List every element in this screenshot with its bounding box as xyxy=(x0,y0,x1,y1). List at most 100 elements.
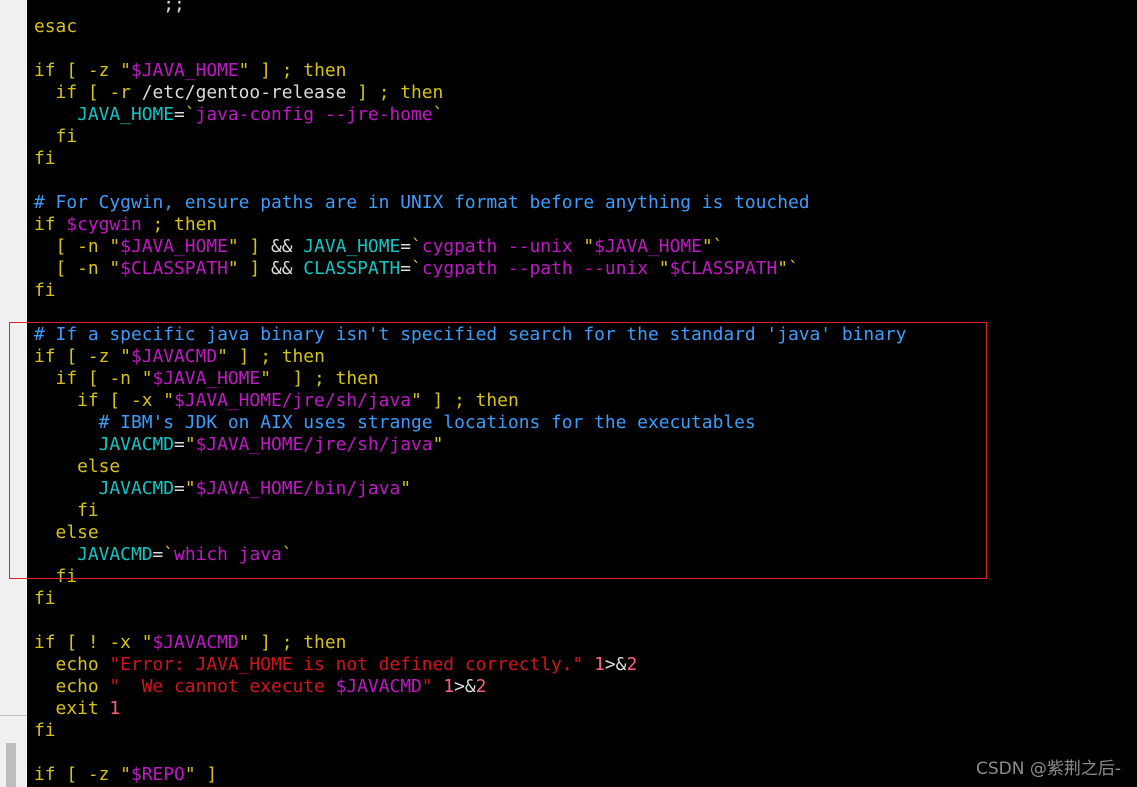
code-token: $JAVACMD xyxy=(152,632,239,653)
code-token: JAVACMD xyxy=(34,544,153,565)
code-token: " ] ; then xyxy=(238,632,347,653)
code-token: $JAVACMD xyxy=(335,676,422,697)
code-token: fi xyxy=(34,588,56,609)
code-token: $CLASSPATH xyxy=(669,258,778,279)
code-token: if [ -z " xyxy=(34,60,131,81)
code-token: # If a specific java binary isn't specif… xyxy=(34,324,907,345)
code-token: " xyxy=(400,478,412,499)
code-token: "` xyxy=(777,258,799,279)
code-token: fi xyxy=(34,126,78,147)
code-token: " xyxy=(583,236,595,257)
code-line: fi xyxy=(34,720,906,742)
code-line: # For Cygwin, ensure paths are in UNIX f… xyxy=(34,192,906,214)
code-line: else xyxy=(34,456,906,478)
code-token: /etc/gentoo-release xyxy=(141,82,347,103)
code-token: "` xyxy=(701,236,724,257)
code-token: JAVACMD xyxy=(34,478,175,499)
code-token: which java xyxy=(174,544,282,565)
code-line: fi xyxy=(34,148,906,170)
code-token: [ -n " xyxy=(34,236,121,257)
code-token: cygpath --unix xyxy=(421,236,584,257)
code-token: else xyxy=(34,522,99,543)
code-token: $JAVA_HOME xyxy=(152,368,261,389)
code-token: ` xyxy=(411,258,422,279)
code-token: = xyxy=(152,544,164,565)
code-token: cygpath --path --unix xyxy=(421,258,659,279)
code-line: fi xyxy=(34,280,906,302)
code-token: " ] xyxy=(184,764,218,785)
code-token: # IBM's JDK on AIX uses strange location… xyxy=(34,412,756,433)
code-token: echo xyxy=(34,676,110,697)
code-token: fi xyxy=(34,720,56,741)
code-editor[interactable]: ;; esac if [ -z "$JAVA_HOME" ] ; then if … xyxy=(27,0,1137,787)
code-token: [ -n " xyxy=(34,258,121,279)
code-token: ;; xyxy=(34,0,185,15)
code-token: 2 xyxy=(626,654,638,675)
code-line: if [ -x "$JAVA_HOME/jre/sh/java" ] ; the… xyxy=(34,390,906,412)
code-token: "Error: JAVA_HOME is not defined correct… xyxy=(109,654,584,675)
code-line: [ -n "$JAVA_HOME" ] && JAVA_HOME=`cygpat… xyxy=(34,236,906,258)
code-token: " ] xyxy=(227,236,271,257)
code-token: fi xyxy=(34,500,99,521)
code-line: # If a specific java binary isn't specif… xyxy=(34,324,906,346)
code-token: " xyxy=(658,258,670,279)
code-token: " xyxy=(184,478,196,499)
code-line: fi xyxy=(34,566,906,588)
code-line: fi xyxy=(34,500,906,522)
code-token: " We cannot execute xyxy=(109,676,336,697)
code-token: = xyxy=(400,258,412,279)
code-token: " ] xyxy=(227,258,271,279)
code-line: if [ -z "$REPO" ] xyxy=(34,764,906,786)
code-token: && xyxy=(270,258,293,279)
code-token: $JAVA_HOME xyxy=(594,236,702,257)
code-token: if [ -n " xyxy=(34,368,153,389)
code-token: CLASSPATH xyxy=(292,258,401,279)
code-token: ` xyxy=(184,104,196,125)
code-line: if [ -n "$JAVA_HOME" ] ; then xyxy=(34,368,906,390)
code-line: if [ -r /etc/gentoo-release ] ; then xyxy=(34,82,906,104)
code-token: ` xyxy=(432,104,444,125)
code-line: JAVACMD=`which java` xyxy=(34,544,906,566)
code-token: $JAVA_HOME xyxy=(120,236,228,257)
code-token: $JAVA_HOME xyxy=(130,60,239,81)
code-line: if [ -z "$JAVACMD" ] ; then xyxy=(34,346,906,368)
code-content: ;; esac if [ -z "$JAVA_HOME" ] ; then if … xyxy=(34,0,906,786)
editor-gutter xyxy=(0,0,27,787)
code-token: $JAVA_HOME/bin/java xyxy=(195,478,401,499)
code-token: else xyxy=(34,456,121,477)
code-token: " ] ; then xyxy=(217,346,325,367)
code-token: $cygwin xyxy=(66,214,142,235)
code-token: = xyxy=(174,434,185,455)
code-line: fi xyxy=(34,588,906,610)
code-token: = xyxy=(400,236,412,257)
code-token: $JAVA_HOME/jre/sh/java xyxy=(195,434,433,455)
code-line: if $cygwin ; then xyxy=(34,214,906,236)
code-token: ] ; then xyxy=(346,82,444,103)
code-line: echo " We cannot execute $JAVACMD" 1>&2 xyxy=(34,676,906,698)
code-line: exit 1 xyxy=(34,698,906,720)
code-line: else xyxy=(34,522,906,544)
scrollbar-thumb[interactable] xyxy=(6,743,16,787)
code-token: $JAVACMD xyxy=(130,346,218,367)
code-line: fi xyxy=(34,126,906,148)
code-token: " xyxy=(432,434,444,455)
code-token: if [ -z " xyxy=(34,764,131,785)
code-token: " ] ; then xyxy=(238,60,347,81)
code-line: # IBM's JDK on AIX uses strange location… xyxy=(34,412,906,434)
code-token: if [ ! -x " xyxy=(34,632,153,653)
code-token: JAVA_HOME xyxy=(34,104,175,125)
code-token: if [ -z " xyxy=(34,346,131,367)
code-line: [ -n " $CLASSPATH " ] && CLASSPATH=`cygpat… xyxy=(34,258,906,280)
code-token: java-config --jre-home xyxy=(195,104,433,125)
code-line: JAVA_HOME=`java-config --jre-home` xyxy=(34,104,906,126)
code-token: if [ -r xyxy=(34,82,142,103)
code-line: JAVACMD="$JAVA_HOME/bin/java" xyxy=(34,478,906,500)
code-token: 2 xyxy=(475,676,487,697)
code-line: echo "Error: JAVA_HOME is not defined co… xyxy=(34,654,906,676)
code-token: = xyxy=(174,104,185,125)
code-token: JAVA_HOME xyxy=(292,236,401,257)
